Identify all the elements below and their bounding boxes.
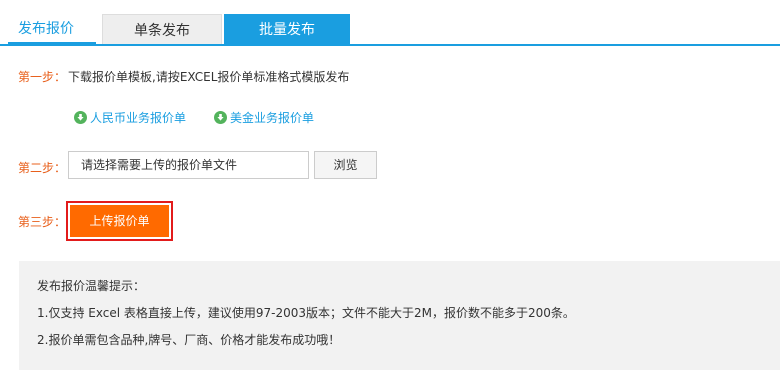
download-rmb-template-link[interactable]: 人民币业务报价单 — [74, 109, 186, 126]
download-usd-template-link[interactable]: 美金业务报价单 — [214, 109, 314, 126]
browse-button[interactable]: 浏览 — [314, 151, 377, 179]
tips-panel: 发布报价温馨提示： 1.仅支持 Excel 表格直接上传，建议使用97-2003… — [19, 261, 780, 370]
download-usd-label: 美金业务报价单 — [230, 111, 315, 125]
tips-title: 发布报价温馨提示： — [37, 279, 146, 293]
tab-batch-publish[interactable]: 批量发布 — [224, 14, 350, 44]
tab-single-publish[interactable]: 单条发布 — [102, 14, 222, 44]
section-title: 发布报价 — [18, 21, 74, 37]
step2-label: 第二步： — [18, 161, 67, 175]
download-rmb-label: 人民币业务报价单 — [90, 111, 187, 125]
tip-item: 2.报价单需包含品种,牌号、厂商、价格才能发布成功哦！ — [37, 333, 341, 347]
step1-label: 第一步： — [18, 70, 67, 84]
download-circle-icon — [214, 111, 227, 124]
file-path-input[interactable]: 请选择需要上传的报价单文件 — [68, 151, 309, 179]
step1-instruction: 下载报价单模板,请按EXCEL报价单标准格式模版发布 — [68, 70, 350, 84]
tip-item: 1.仅支持 Excel 表格直接上传，建议使用97-2003版本；文件不能大于2… — [37, 306, 575, 320]
download-circle-icon — [74, 111, 87, 124]
step3-label: 第三步： — [18, 215, 67, 229]
top-tab-bar: 发布报价 单条发布 批量发布 — [0, 0, 780, 46]
section-title-underline — [8, 42, 96, 44]
upload-quote-button[interactable]: 上传报价单 — [70, 205, 169, 237]
